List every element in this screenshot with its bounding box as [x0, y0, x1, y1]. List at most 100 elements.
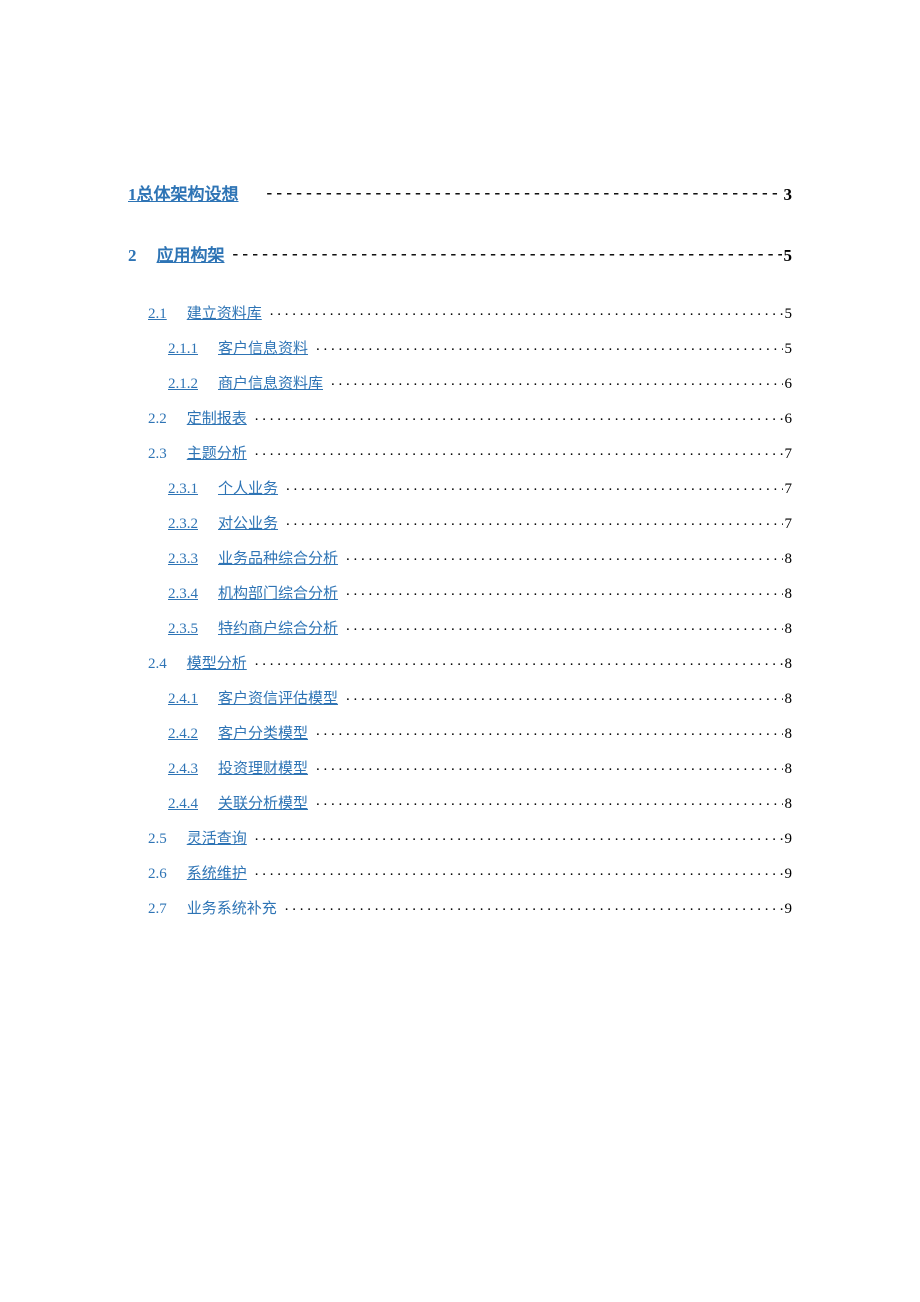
toc-entry-number[interactable]: 2.4.2 [168, 726, 198, 743]
toc-entry-number: 2.2 [148, 411, 167, 428]
toc-entry: 2.4.3 投资理财模型 8 [168, 757, 792, 778]
toc-entry-title[interactable]: 客户资信评估模型 [218, 687, 338, 708]
toc-entry-joined[interactable]: 1总体架构设想 [128, 180, 239, 205]
leader-dots [342, 548, 782, 563]
toc-entry: 2.4 模型分析 8 [148, 652, 792, 673]
toc-entry-page: 9 [785, 866, 793, 883]
leader-dots [251, 828, 783, 843]
toc-entry-page: 8 [785, 586, 793, 603]
toc-entry-number: 2.3 [148, 446, 167, 463]
toc-entry: 2.4.4 关联分析模型 8 [168, 792, 792, 813]
toc-entry: 2.4.1 客户资信评估模型 8 [168, 687, 792, 708]
toc-entry-title[interactable]: 关联分析模型 [218, 792, 308, 813]
toc-entry-number: 2.6 [148, 866, 167, 883]
toc-entry-page: 7 [785, 481, 793, 498]
toc-entry-number: 2.4 [148, 656, 167, 673]
toc-entry: 2.2 定制报表 6 [148, 407, 792, 428]
leader-dashes [263, 183, 782, 200]
leader-dots [327, 373, 782, 388]
toc-entry-number: 2.5 [148, 831, 167, 848]
toc-entry-title[interactable]: 客户信息资料 [218, 337, 308, 358]
toc-entry: 2.3.5 特约商户综合分析 8 [168, 617, 792, 638]
toc-entry-page: 5 [785, 341, 793, 358]
toc-entry-title[interactable]: 建立资料库 [187, 302, 262, 323]
toc-entry: 2.1.2 商户信息资料库 6 [168, 372, 792, 393]
toc-entry-number[interactable]: 2.4.3 [168, 761, 198, 778]
toc-entry-page: 8 [785, 726, 793, 743]
toc-entry-title[interactable]: 模型分析 [187, 652, 247, 673]
toc-entry: 2.3.3 业务品种综合分析 8 [168, 547, 792, 568]
toc-entry-number: 2 [128, 246, 137, 266]
leader-dots [312, 758, 782, 773]
toc-entry: 2.5 灵活查询 9 [148, 827, 792, 848]
toc-entry-page: 8 [785, 551, 793, 568]
leader-dots [282, 513, 782, 528]
toc-entry-number[interactable]: 2.3.2 [168, 516, 198, 533]
toc-entry: 2.1 建立资料库 5 [148, 302, 792, 323]
toc-entry-page: 8 [785, 761, 793, 778]
toc-entry: 2.7 业务系统补充 9 [148, 897, 792, 918]
leader-dots [312, 793, 782, 808]
toc-entry-number[interactable]: 2.1.1 [168, 341, 198, 358]
toc-entry-title[interactable]: 商户信息资料库 [218, 372, 323, 393]
leader-dots [251, 653, 783, 668]
toc-entry-title[interactable]: 机构部门综合分析 [218, 582, 338, 603]
toc-entry-number[interactable]: 2.3.3 [168, 551, 198, 568]
toc-entry-title[interactable]: 对公业务 [218, 512, 278, 533]
toc-entry-title: 业务系统补充 [187, 897, 277, 918]
toc-entry-number: 2.7 [148, 901, 167, 918]
toc-entry-page: 6 [785, 411, 793, 428]
leader-dashes [229, 244, 782, 261]
leader-dots [282, 478, 782, 493]
toc-entry-number[interactable]: 2.3.5 [168, 621, 198, 638]
toc-entry-number[interactable]: 2.4.1 [168, 691, 198, 708]
toc-entry-page: 3 [784, 185, 793, 205]
toc-entry-title[interactable]: 主题分析 [187, 442, 247, 463]
toc-entry-page: 8 [785, 656, 793, 673]
toc-entry-title[interactable]: 应用构架 [157, 241, 225, 266]
toc-entry-page: 9 [785, 901, 793, 918]
leader-dots [312, 338, 782, 353]
toc-list: 1总体架构设想 3 2 应用构架 5 2.1 建立资料库 5 2.1.1 客户信息资料 5 2.1.2… [128, 180, 792, 918]
toc-entry-page: 5 [785, 306, 793, 323]
toc-entry: 2 应用构架 5 [128, 241, 792, 266]
leader-dots [342, 583, 782, 598]
toc-entry-number[interactable]: 2.1.2 [168, 376, 198, 393]
toc-entry-title[interactable]: 个人业务 [218, 477, 278, 498]
toc-entry-page: 7 [785, 516, 793, 533]
toc-entry-title[interactable]: 特约商户综合分析 [218, 617, 338, 638]
leader-dots [251, 863, 783, 878]
toc-entry-title[interactable]: 客户分类模型 [218, 722, 308, 743]
toc-entry-page: 5 [784, 246, 793, 266]
toc-entry-page: 7 [785, 446, 793, 463]
toc-entry: 2.1.1 客户信息资料 5 [168, 337, 792, 358]
leader-dots [342, 618, 782, 633]
leader-dots [266, 303, 783, 318]
toc-entry-number[interactable]: 2.4.4 [168, 796, 198, 813]
toc-entry: 2.3 主题分析 7 [148, 442, 792, 463]
toc-entry: 2.3.4 机构部门综合分析 8 [168, 582, 792, 603]
toc-entry-page: 8 [785, 691, 793, 708]
toc-container: 1总体架构设想 3 2 应用构架 5 2.1 建立资料库 5 2.1.1 客户信息资料 5 2.1.2… [0, 0, 920, 918]
toc-entry-title[interactable]: 业务品种综合分析 [218, 547, 338, 568]
toc-entry: 1总体架构设想 3 [128, 180, 792, 205]
leader-dots [281, 898, 783, 913]
toc-entry-number[interactable]: 2.3.4 [168, 586, 198, 603]
toc-entry: 2.6 系统维护 9 [148, 862, 792, 883]
toc-entry-page: 6 [785, 376, 793, 393]
leader-dots [251, 408, 783, 423]
toc-entry-page: 8 [785, 796, 793, 813]
toc-entry-page: 9 [785, 831, 793, 848]
toc-entry-title[interactable]: 投资理财模型 [218, 757, 308, 778]
toc-entry-page: 8 [785, 621, 793, 638]
toc-entry: 2.3.1 个人业务 7 [168, 477, 792, 498]
toc-entry: 2.4.2 客户分类模型 8 [168, 722, 792, 743]
toc-entry-title[interactable]: 定制报表 [187, 407, 247, 428]
toc-entry-title[interactable]: 灵活查询 [187, 827, 247, 848]
leader-dots [251, 443, 783, 458]
toc-entry-title[interactable]: 系统维护 [187, 862, 247, 883]
toc-entry-number[interactable]: 2.3.1 [168, 481, 198, 498]
leader-dots [312, 723, 782, 738]
toc-entry: 2.3.2 对公业务 7 [168, 512, 792, 533]
toc-entry-number[interactable]: 2.1 [148, 306, 167, 323]
